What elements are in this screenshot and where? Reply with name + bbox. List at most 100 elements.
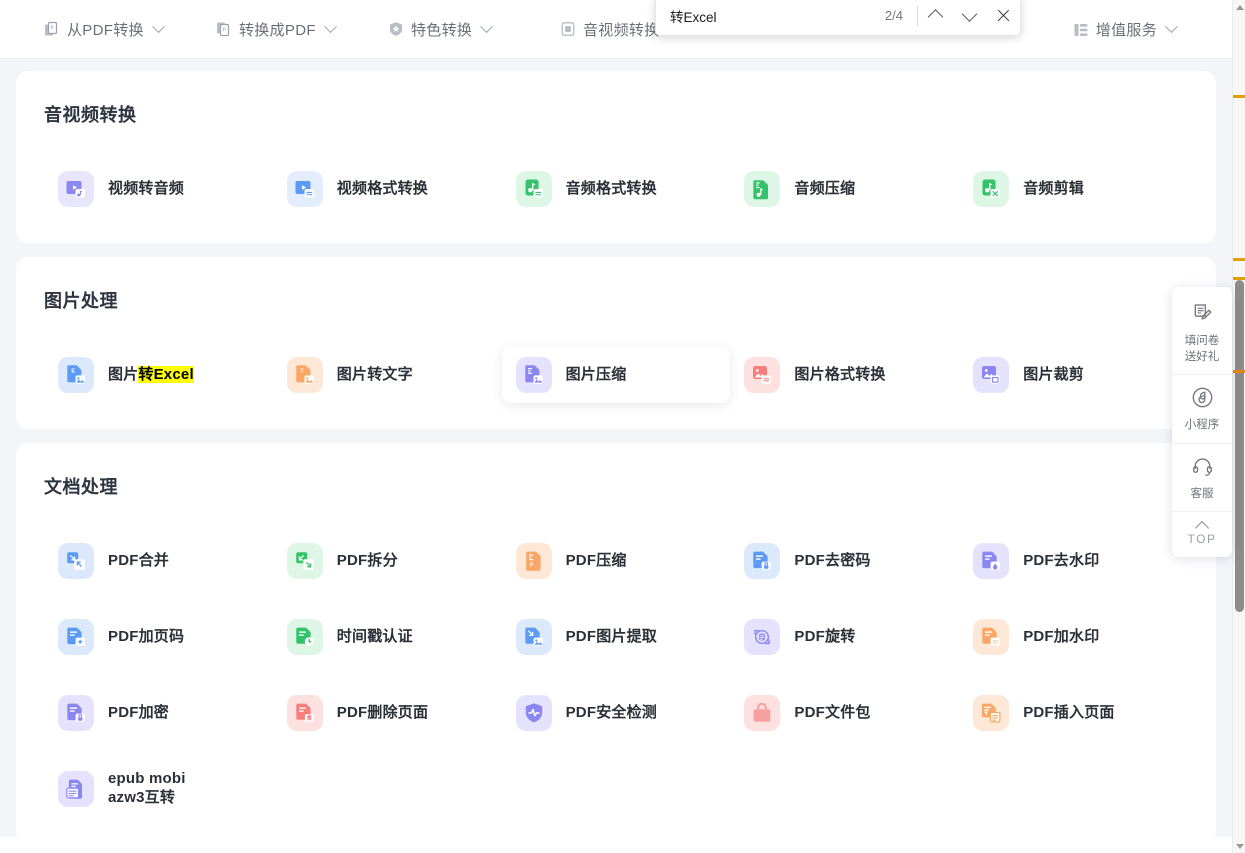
find-next-button[interactable]: [952, 0, 986, 32]
shield-star-icon: [388, 21, 404, 37]
tool-card-audio-format-convert[interactable]: 音频格式转换: [502, 161, 731, 217]
value-added-services-icon: [1073, 22, 1089, 38]
find-input[interactable]: [656, 0, 846, 35]
svg-text:E: E: [71, 368, 75, 374]
tool-card-pdf-remove-password[interactable]: PDF去密码: [730, 533, 959, 589]
tool-card-label: PDF去水印: [1023, 551, 1100, 569]
tool-card-pdf-portfolio[interactable]: PDF文件包: [730, 685, 959, 741]
ebook-convert-icon: [58, 771, 94, 807]
tool-grid: E 图片转Excel T 图片转文字 图片压缩 图片格式转换 图片裁剪: [44, 347, 1188, 403]
find-result-marker: [1233, 258, 1245, 261]
pdf-remove-watermark-icon: [973, 543, 1010, 579]
nav-item-convert-to-pdf[interactable]: P 转换成PDF: [216, 19, 388, 40]
image-crop-icon: [973, 357, 1010, 393]
find-close-button[interactable]: [986, 0, 1020, 32]
pdf-convert-from-icon: P: [44, 21, 60, 37]
survey-gift-icon: [1191, 302, 1214, 330]
tool-card-audio-compress[interactable]: 音频压缩: [730, 161, 959, 217]
tool-card-label: 音频格式转换: [565, 179, 657, 197]
tool-card-pdf-remove-watermark[interactable]: PDF去水印: [959, 533, 1188, 589]
tool-card-label: PDF删除页面: [336, 703, 429, 721]
pdf-insert-page-icon: [973, 695, 1010, 731]
tool-card-label: PDF加密: [108, 703, 170, 721]
nav-item-value-added-services[interactable]: 增值服务: [1073, 19, 1178, 40]
tool-card-label: 音频压缩: [794, 179, 856, 197]
tool-card-pdf-encrypt[interactable]: PDF加密: [44, 685, 273, 741]
media-convert-icon: [560, 21, 576, 37]
page-content: 音视频转换 视频转音频 视频格式转换 音频格式转换 音频压缩 音频剪辑 图片处理…: [0, 59, 1232, 853]
tool-card-label: PDF安全检测: [565, 703, 657, 721]
nav-item-convert-from-pdf[interactable]: P 从PDF转换: [44, 19, 216, 40]
nav-item-label: 音视频转换: [583, 21, 660, 39]
image-to-text-icon: T: [286, 357, 323, 393]
nav-item-featured-convert[interactable]: 特色转换: [388, 19, 560, 40]
tool-card-label: PDF加页码: [108, 627, 185, 645]
pdf-split-icon: [286, 543, 323, 579]
tool-card-label: PDF图片提取: [565, 627, 657, 645]
tool-card-image-format-convert[interactable]: 图片格式转换: [730, 347, 959, 403]
miniprogram-icon: [1191, 386, 1214, 414]
scroll-up-arrow-icon[interactable]: [1233, 0, 1245, 14]
tool-card-label: PDF插入页面: [1023, 703, 1115, 721]
nav-item-label: 特色转换: [411, 21, 473, 39]
chevron-down-icon: [480, 19, 494, 33]
vertical-scrollbar[interactable]: [1232, 0, 1245, 853]
tool-card-video-to-audio[interactable]: 视频转音频: [44, 161, 273, 217]
float-item-miniprogram[interactable]: 小程序: [1172, 374, 1232, 443]
tool-card-pdf-split[interactable]: PDF拆分: [273, 533, 502, 589]
tool-card-image-to-text[interactable]: T 图片转文字: [273, 347, 502, 403]
section-media-convert: 音视频转换 视频转音频 视频格式转换 音频格式转换 音频压缩 音频剪辑: [16, 71, 1216, 243]
pdf-compress-icon: P: [515, 543, 552, 579]
tool-card-pdf-insert-page[interactable]: PDF插入页面: [959, 685, 1188, 741]
tool-card-image-compress[interactable]: 图片压缩: [501, 347, 731, 403]
tool-card-pdf-rotate[interactable]: PDF旋转: [730, 609, 959, 665]
image-to-excel-icon: E: [58, 357, 94, 393]
tool-card-video-format-convert[interactable]: 视频格式转换: [273, 161, 502, 217]
pdf-security-check-icon: [515, 695, 552, 731]
svg-text:印: 印: [993, 639, 998, 646]
video-format-convert-icon: [286, 171, 323, 207]
video-to-audio-icon: [58, 171, 94, 207]
find-result-marker: [1233, 95, 1245, 98]
floating-side-toolbar: 填问卷 送好礼 小程序 客服 TOP: [1172, 287, 1232, 558]
tool-card-timestamp-certify[interactable]: 时间戳认证: [273, 609, 502, 665]
page-bottom-spacer: [0, 837, 1232, 853]
nav-right-group: 增值服务: [1073, 0, 1178, 59]
scroll-down-arrow-icon[interactable]: [1233, 839, 1245, 853]
section-document-processing: 文档处理 PDF合并 PDF拆分 P PDF压缩 PDF去密码 PDF去水印 P…: [16, 443, 1216, 843]
tool-card-label: 图片转Excel: [108, 365, 194, 383]
chevron-down-icon: [151, 19, 165, 33]
tool-grid: PDF合并 PDF拆分 P PDF压缩 PDF去密码 PDF去水印 PDF加页码…: [44, 533, 1188, 817]
tool-card-label: 音频剪辑: [1023, 179, 1084, 197]
tool-card-audio-trim[interactable]: 音频剪辑: [959, 161, 1188, 217]
timestamp-certify-icon: [286, 619, 323, 655]
tool-card-pdf-delete-page[interactable]: PDF删除页面: [273, 685, 502, 741]
float-item-back-to-top[interactable]: TOP: [1172, 511, 1232, 555]
tool-card-image-crop[interactable]: 图片裁剪: [959, 347, 1188, 403]
tool-card-label: 图片转文字: [336, 365, 413, 383]
tool-card-pdf-add-watermark[interactable]: 印 PDF加水印: [959, 609, 1188, 665]
float-item-label: 小程序: [1184, 419, 1220, 432]
audio-trim-icon: [973, 171, 1010, 207]
tool-card-pdf-extract-image[interactable]: PDF图片提取: [502, 609, 731, 665]
tool-card-label: PDF旋转: [794, 627, 856, 645]
tool-card-ebook-convert[interactable]: epub mobi azw3互转: [44, 761, 273, 817]
section-title: 文档处理: [44, 477, 118, 497]
tool-card-pdf-merge[interactable]: PDF合并: [44, 533, 273, 589]
pdf-extract-image-icon: [515, 619, 552, 655]
tool-card-label: PDF压缩: [565, 551, 627, 569]
find-match-count: 2/4: [884, 8, 903, 23]
tool-card-image-to-excel[interactable]: E 图片转Excel: [44, 347, 273, 403]
float-item-support[interactable]: 客服: [1172, 442, 1232, 512]
tool-card-label: PDF文件包: [794, 703, 871, 721]
tool-card-pdf-security-check[interactable]: PDF安全检测: [502, 685, 731, 741]
chevron-down-icon: [1165, 20, 1178, 34]
tool-card-pdf-compress[interactable]: P PDF压缩: [502, 533, 731, 589]
tool-card-pdf-add-page-number[interactable]: PDF加页码: [44, 609, 273, 665]
scrollbar-thumb[interactable]: [1235, 280, 1244, 612]
find-result-marker-active: [1233, 370, 1245, 373]
tool-card-label: PDF去密码: [794, 551, 871, 569]
find-previous-button[interactable]: [918, 0, 952, 32]
search-highlight: 转Excel: [138, 365, 194, 383]
float-item-survey[interactable]: 填问卷 送好礼: [1172, 291, 1232, 374]
